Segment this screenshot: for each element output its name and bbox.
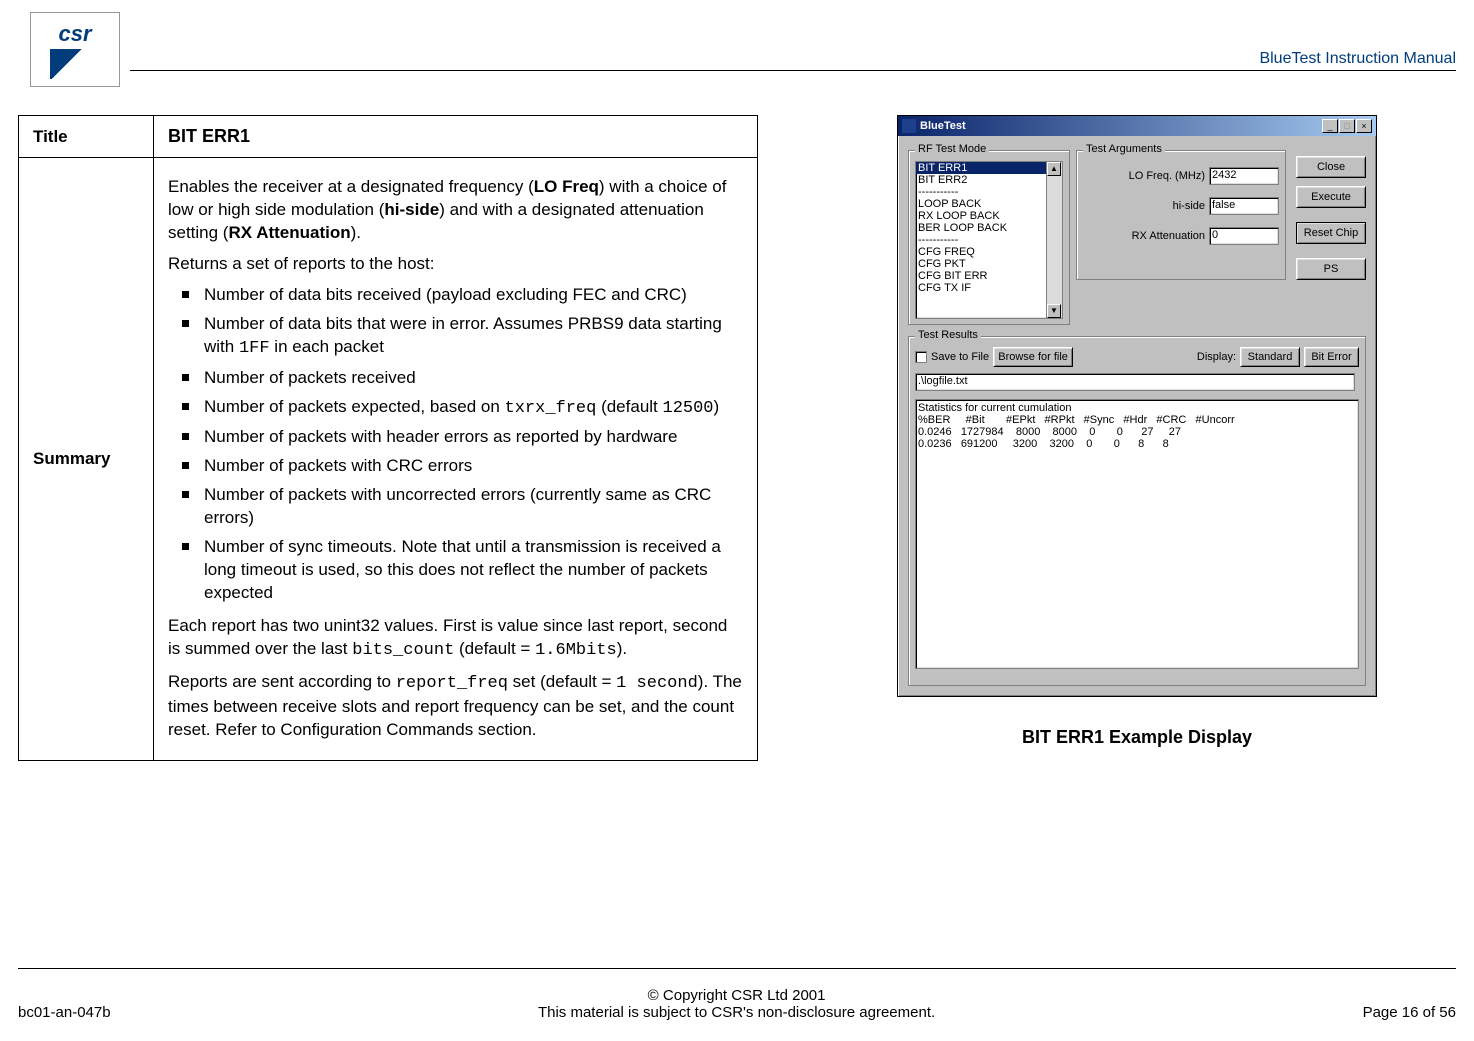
stats-output: Statistics for current cumulation %BER #… [915,399,1359,669]
listbox-item[interactable]: CFG BIT ERR [916,270,1062,282]
bullet: Number of packets with uncorrected error… [168,484,743,530]
hi-side-label: hi-side [1173,200,1205,212]
logo: csr [30,12,120,87]
doc-title: BlueTest Instruction Manual [1259,50,1456,68]
bullet: Number of data bits that were in error. … [168,313,743,361]
listbox-scrollbar[interactable]: ▲ ▼ [1046,162,1062,318]
listbox-item[interactable]: BIT ERR2 [916,174,1062,186]
minimize-button[interactable]: _ [1322,119,1338,133]
rx-attenuation-input[interactable]: 0 [1209,227,1279,245]
test-results-group: Test Results Save to File Browse for fil… [908,336,1366,686]
scroll-up-icon[interactable]: ▲ [1047,162,1061,176]
bullet: Number of packets received [168,367,743,390]
title-label: Title [19,116,154,158]
standard-button[interactable]: Standard [1240,347,1300,367]
titlebar: BlueTest _ □ × [898,116,1376,136]
listbox-item[interactable]: RX LOOP BACK [916,210,1062,222]
display-label: Display: [1197,351,1236,363]
ps-button[interactable]: PS [1296,258,1366,280]
lo-freq-label: LO Freq. (MHz) [1129,170,1205,182]
summary-content: Enables the receiver at a designated fre… [154,158,758,761]
listbox-item[interactable]: LOOP BACK [916,198,1062,210]
listbox-item[interactable]: CFG PKT [916,258,1062,270]
bit-error-button[interactable]: Bit Error [1304,347,1359,367]
rx-attenuation-label: RX Attenuation [1132,230,1205,242]
footer: bc01-an-047b © Copyright CSR Ltd 2001 Th… [18,987,1456,1021]
close-button[interactable]: × [1356,119,1372,133]
listbox-item[interactable]: ----------- [916,234,1062,246]
logo-text: csr [58,21,91,47]
listbox-item[interactable]: CFG FREQ [916,246,1062,258]
rf-test-mode-label: RF Test Mode [915,143,989,155]
maximize-button[interactable]: □ [1339,119,1355,133]
listbox-item[interactable]: BIT ERR1 [916,162,1062,174]
footer-nda: This material is subject to CSR's non-di… [111,1004,1363,1021]
test-arguments-group: Test Arguments LO Freq. (MHz) 2432 hi-si… [1076,150,1286,280]
app-icon [902,119,916,133]
rf-mode-listbox[interactable]: BIT ERR1BIT ERR2-----------LOOP BACKRX L… [915,161,1063,319]
bullet: Number of packets expected, based on txr… [168,396,743,421]
save-to-file-label: Save to File [931,351,989,363]
footer-page: Page 16 of 56 [1363,1004,1456,1021]
logfile-path-input[interactable]: .\logfile.txt [915,373,1355,391]
test-arguments-label: Test Arguments [1083,143,1165,155]
listbox-item[interactable]: ----------- [916,186,1062,198]
close-dialog-button[interactable]: Close [1296,156,1366,178]
window-title: BlueTest [920,120,1322,132]
lo-freq-input[interactable]: 2432 [1209,167,1279,185]
execute-button[interactable]: Execute [1296,186,1366,208]
browse-button[interactable]: Browse for file [993,347,1073,367]
save-to-file-checkbox[interactable] [915,351,927,363]
title-value: BIT ERR1 [154,116,758,158]
figure-caption: BIT ERR1 Example Display [1022,727,1252,748]
footer-rule [18,968,1456,969]
listbox-item[interactable]: BER LOOP BACK [916,222,1062,234]
rf-test-mode-group: RF Test Mode BIT ERR1BIT ERR2-----------… [908,150,1070,325]
bullet: Number of sync timeouts. Note that until… [168,536,743,605]
app-window: BlueTest _ □ × RF Test Mode BIT ERR1BIT … [897,115,1377,697]
summary-para2: Each report has two unint32 values. Firs… [168,615,743,663]
scroll-down-icon[interactable]: ▼ [1047,304,1061,318]
reset-chip-button[interactable]: Reset Chip [1296,222,1366,244]
bullet: Number of packets with CRC errors [168,455,743,478]
summary-para3: Reports are sent according to report_fre… [168,671,743,742]
listbox-item[interactable]: CFG TX IF [916,282,1062,294]
footer-left: bc01-an-047b [18,1004,111,1021]
test-results-label: Test Results [915,329,981,341]
logo-swoosh-icon [50,49,100,79]
summary-label: Summary [19,158,154,761]
summary-returns: Returns a set of reports to the host: [168,253,743,276]
footer-copyright: © Copyright CSR Ltd 2001 [111,987,1363,1004]
bullet: Number of data bits received (payload ex… [168,284,743,307]
summary-bullets: Number of data bits received (payload ex… [168,284,743,605]
summary-intro: Enables the receiver at a designated fre… [168,176,743,245]
bullet: Number of packets with header errors as … [168,426,743,449]
hi-side-input[interactable]: false [1209,197,1279,215]
spec-table: Title BIT ERR1 Summary Enables the recei… [18,115,758,761]
header-rule [130,70,1456,71]
